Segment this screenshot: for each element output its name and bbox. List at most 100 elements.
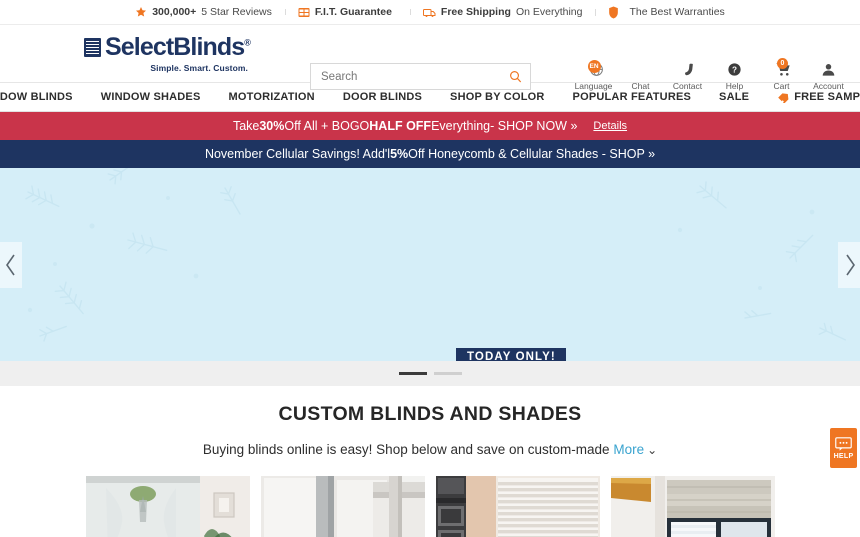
nav-item-sale[interactable]: SALE (705, 91, 763, 103)
carousel-dot-2[interactable] (433, 372, 462, 375)
product-tile-sliding-panels[interactable] (260, 476, 425, 537)
topbar-strong-2: Free Shipping (440, 6, 511, 18)
section-title: CUSTOM BLINDS AND SHADES (278, 403, 582, 425)
nav-label-2: MOTORIZATION (228, 91, 315, 103)
utility-label-language: Language (574, 81, 613, 91)
custom-blinds-section: CUSTOM BLINDS AND SHADES Buying blinds o… (0, 386, 860, 537)
chat-bubble-icon (835, 436, 852, 451)
globe-icon: EN (584, 60, 604, 78)
logo-text: SelectBlinds® (105, 32, 251, 61)
promo-red-part4: - SHOP NOW » (490, 119, 578, 133)
utility-item-chat[interactable]: Chat (617, 61, 664, 91)
topbar-text-3: The Best Warranties (629, 6, 725, 18)
utility-item-language[interactable]: EN Language (570, 60, 617, 91)
topbar-item-reviews[interactable]: 300,000+ 5 Star Reviews (122, 6, 285, 18)
nav-item-popular-features[interactable]: POPULAR FEATURES (559, 91, 706, 103)
nav-label-6: SALE (719, 91, 750, 103)
hero-background-pattern (25, 168, 847, 342)
section-subtitle: Buying blinds online is easy! Shop below… (0, 442, 860, 457)
svg-text:?: ? (732, 66, 737, 75)
hero-carousel: TODAY ONLY! First Time EVER No Limits! T… (0, 168, 860, 361)
utility-label-account: Account (813, 81, 844, 91)
utility-label-contact: Contact (672, 81, 703, 91)
nav-label-3: DOOR BLINDS (342, 91, 423, 103)
utility-item-account[interactable]: Account (805, 61, 852, 91)
question-circle-icon: ? (727, 61, 742, 78)
search-input[interactable] (321, 70, 509, 83)
topbar-text-0: 5 Star Reviews (201, 6, 272, 18)
nav-item-shop-by-color[interactable]: SHOP BY COLOR (436, 91, 559, 103)
shipping-box-icon (422, 7, 436, 18)
search-icon[interactable] (509, 70, 522, 83)
nav-label-4: SHOP BY COLOR (450, 91, 545, 103)
window-icon (298, 7, 310, 18)
promo-navy-part1: November Cellular Savings! Add'l (204, 147, 391, 161)
roller-shade-image (85, 476, 250, 537)
utility-item-cart[interactable]: 0 Cart (758, 58, 805, 91)
promo-banner-navy[interactable]: November Cellular Savings! Add'l 5% Off … (0, 140, 860, 168)
topbar-strong-0: 300,000+ (152, 6, 197, 18)
carousel-prev-arrow[interactable] (0, 241, 22, 288)
carousel-indicators (0, 361, 860, 386)
language-badge: EN (587, 60, 601, 73)
utility-nav: EN Language Chat Contact ? Help 0 Cart A… (570, 58, 852, 91)
cart-count-badge: 0 (777, 58, 788, 69)
utility-label-help: Help (725, 81, 744, 91)
logo[interactable]: SelectBlinds® Simple. Smart. Custom. (84, 32, 251, 73)
product-tile-roller-shade[interactable] (85, 476, 250, 537)
today-only-badge: TODAY ONLY! (456, 348, 566, 361)
utility-label-chat: Chat (631, 81, 650, 91)
promo-navy-bold1: 5% (390, 147, 409, 161)
carousel-next-arrow[interactable] (838, 241, 860, 288)
phone-icon (680, 61, 695, 78)
utility-label-cart: Cart (773, 81, 790, 91)
logo-row: SelectBlinds® (84, 32, 251, 61)
promo-banner-red[interactable]: Take 30% Off All + BOGO HALF OFF Everyth… (0, 112, 860, 140)
topbar-strong-1: F.I.T. Guarantee (314, 6, 392, 18)
carousel-dot-1[interactable] (398, 372, 427, 375)
nav-item-free-samples[interactable]: FREE SAMPLES (763, 91, 860, 103)
nav-item-motorization[interactable]: MOTORIZATION (215, 91, 329, 103)
help-widget[interactable]: HELP (830, 428, 857, 468)
nav-label-0: WINDOW BLINDS (0, 91, 73, 103)
top-promo-bar: 300,000+ 5 Star Reviews F.I.T. Guarantee… (0, 0, 860, 25)
section-subtitle-text: Buying blinds online is easy! Shop below… (202, 442, 614, 457)
topbar-item-warranties[interactable]: The Best Warranties (595, 6, 737, 19)
cart-icon: 0 (771, 58, 792, 78)
roman-shade-image (610, 476, 775, 537)
promo-red-part3: Everything (431, 119, 491, 133)
product-tiles (0, 476, 860, 537)
nav-item-window-blinds[interactable]: WINDOW BLINDS (0, 91, 87, 103)
search-box[interactable] (310, 63, 531, 90)
more-link[interactable]: More (613, 442, 644, 457)
nav-item-window-shades[interactable]: WINDOW SHADES (87, 91, 215, 103)
promo-red-part1: Take (232, 119, 260, 133)
promo-red-part2: Off All + BOGO (284, 119, 370, 133)
promo-navy-part2: Off Honeycomb & Cellular Shades - SHOP » (408, 147, 656, 161)
person-icon (821, 61, 836, 78)
star-icon (135, 6, 147, 18)
tag-icon (777, 91, 789, 103)
topbar-text-2: On Everything (515, 6, 583, 18)
logo-tagline: Simple. Smart. Custom. (150, 62, 248, 73)
site-header: SelectBlinds® Simple. Smart. Custom. EN … (0, 25, 860, 91)
topbar-item-free-shipping[interactable]: Free Shipping On Everything (409, 6, 596, 18)
promo-red-bold2: HALF OFF (369, 119, 432, 133)
sliding-panel-image (260, 476, 425, 537)
promo-details-link[interactable]: Details (593, 120, 627, 132)
utility-item-help[interactable]: ? Help (711, 61, 758, 91)
chevron-down-icon[interactable]: ⌄ (647, 443, 657, 457)
utility-item-contact[interactable]: Contact (664, 61, 711, 91)
nav-label-5: POPULAR FEATURES (572, 91, 692, 103)
nav-label-7: FREE SAMPLES (794, 91, 860, 103)
shield-icon (608, 6, 619, 19)
faux-wood-blinds-image (435, 476, 600, 537)
product-tile-roman-shade[interactable] (610, 476, 775, 537)
nav-item-door-blinds[interactable]: DOOR BLINDS (329, 91, 436, 103)
chevron-right-icon (845, 254, 855, 275)
help-widget-label: HELP (833, 452, 854, 460)
blinds-logo-icon (84, 37, 101, 57)
product-tile-faux-wood-blinds[interactable] (435, 476, 600, 537)
registered-mark: ® (244, 37, 251, 48)
topbar-item-fit-guarantee[interactable]: F.I.T. Guarantee (284, 6, 410, 18)
